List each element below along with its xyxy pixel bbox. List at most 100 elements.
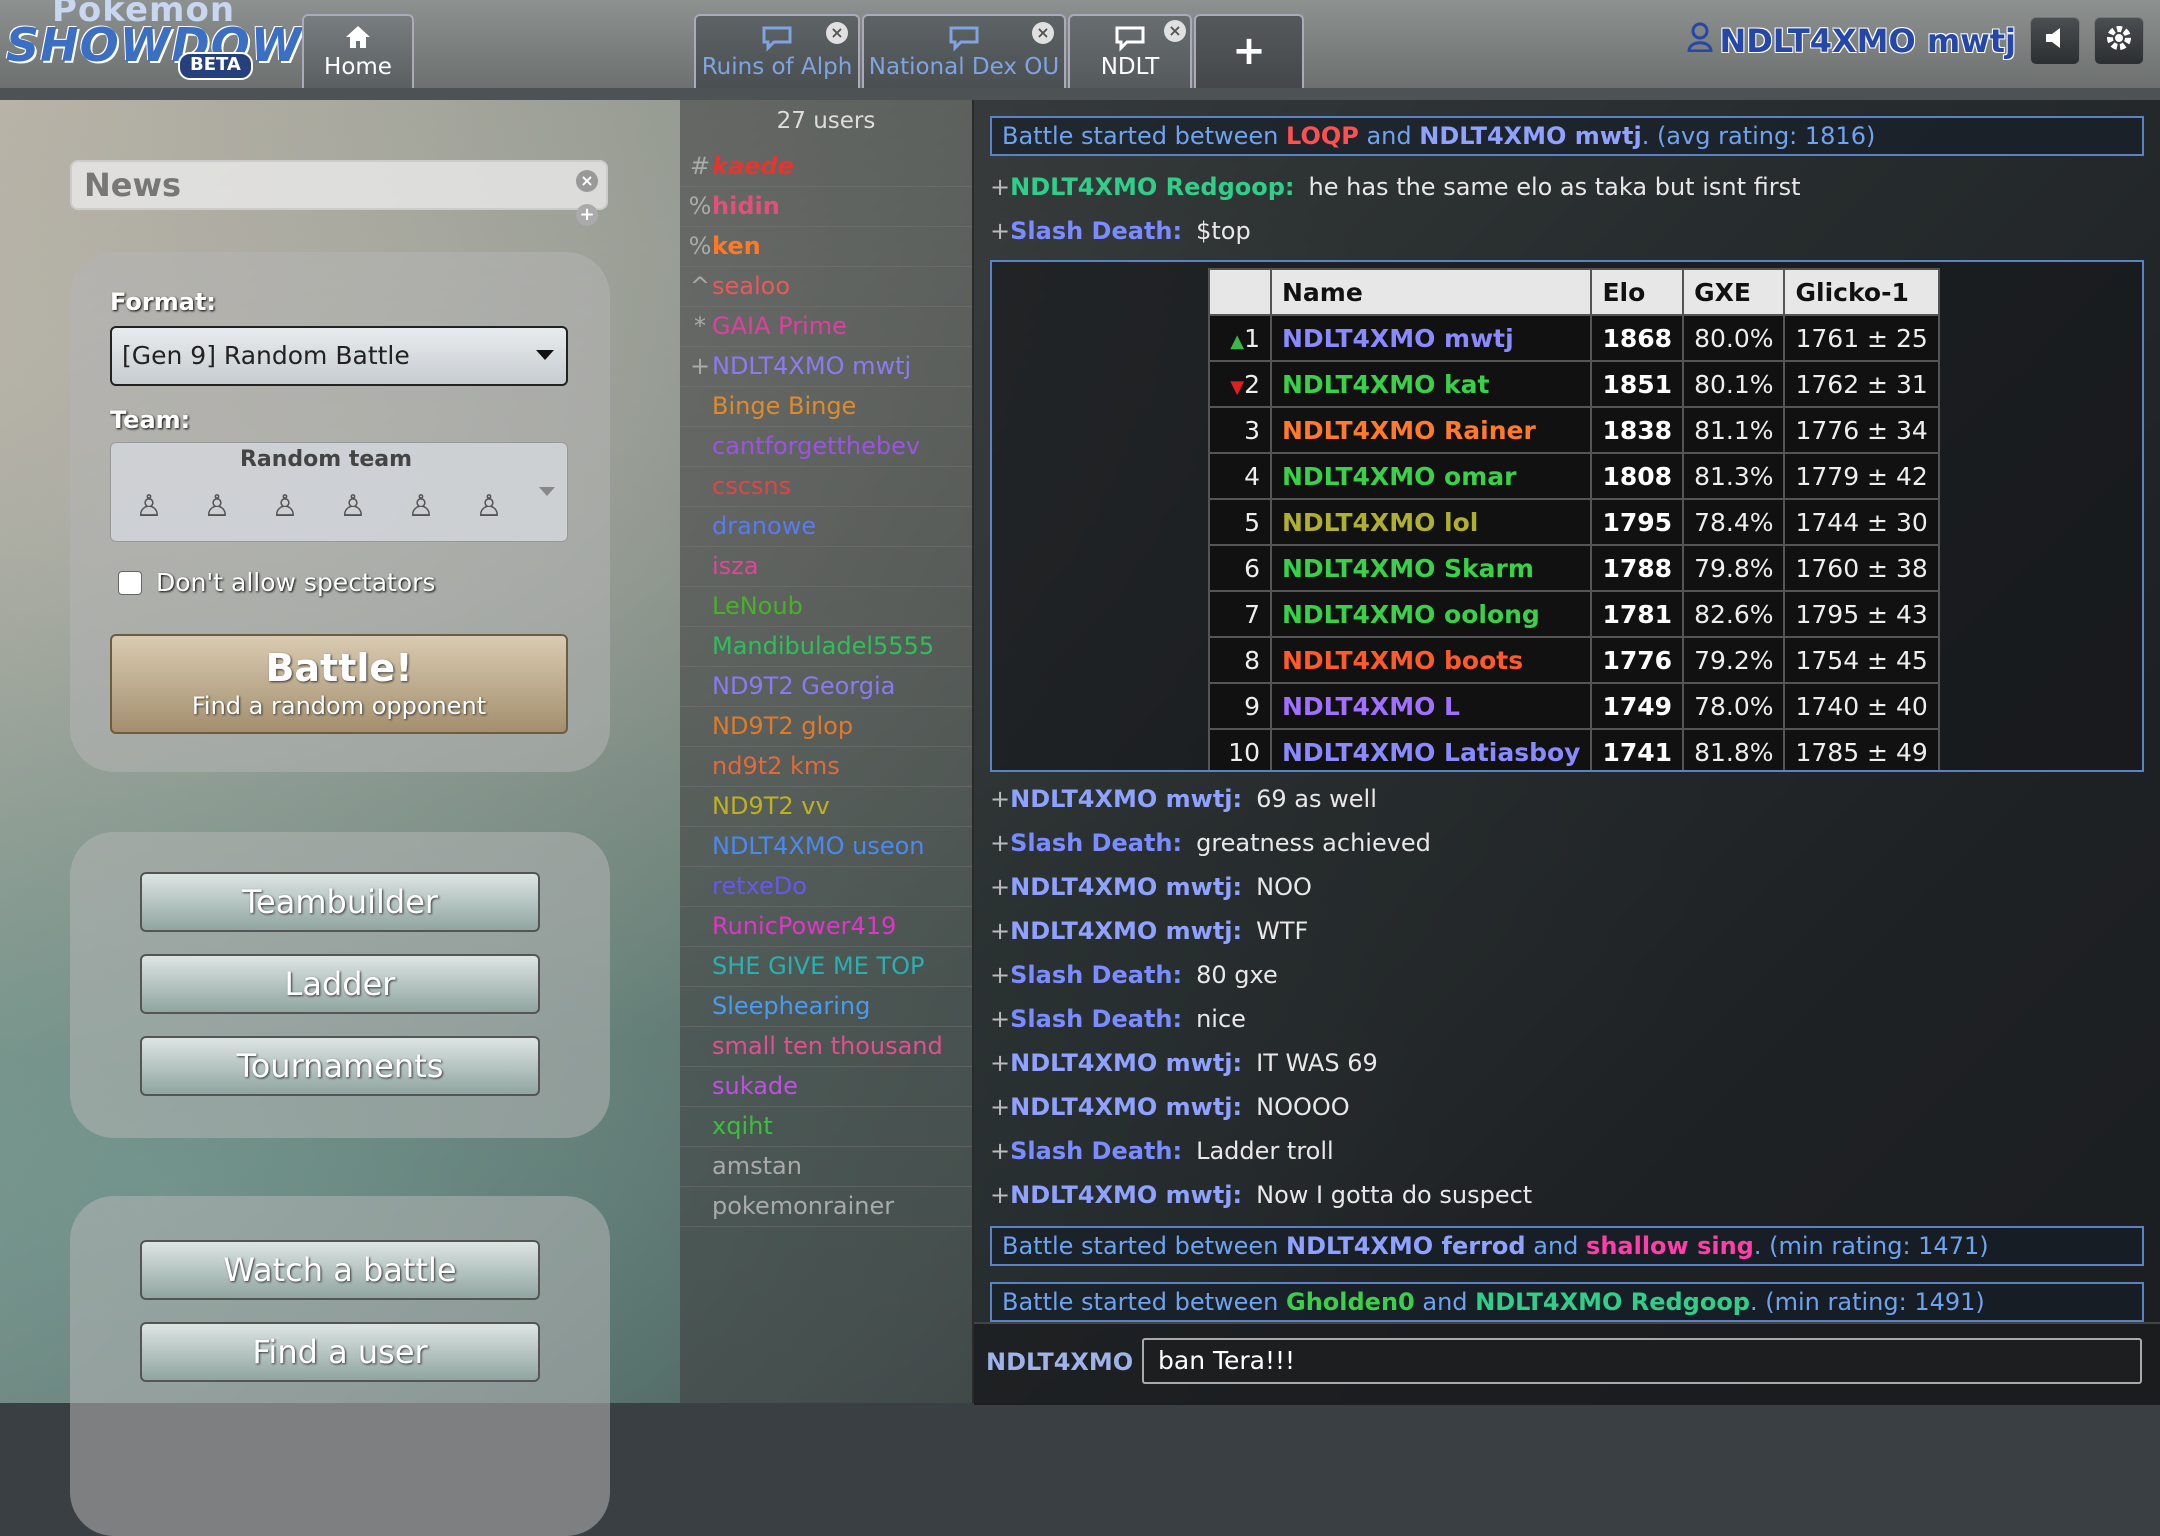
user-name[interactable]: Binge Binge — [712, 392, 856, 420]
ladder-name[interactable]: NDLT4XMO lol — [1269, 498, 1593, 546]
tab-ruins-of-alph[interactable]: Ruins of Alph × — [694, 14, 860, 88]
user-name[interactable]: ND9T2 vv — [712, 792, 830, 820]
ladder-name[interactable]: NDLT4XMO oolong — [1269, 590, 1593, 638]
user-list-item[interactable]: small ten thousand — [680, 1026, 972, 1067]
ladder-name[interactable]: NDLT4XMO Latiasboy — [1269, 728, 1593, 770]
user-name[interactable]: ND9T2 Georgia — [712, 672, 895, 700]
user-name[interactable]: kaede — [712, 152, 794, 180]
user-list-item[interactable]: xqiht — [680, 1106, 972, 1147]
user-list-item[interactable]: Mandibuladel5555 — [680, 626, 972, 667]
user-name[interactable]: ND9T2 glop — [712, 712, 853, 740]
message-author[interactable]: NDLT4XMO mwtj: — [1010, 785, 1242, 813]
message-author[interactable]: Slash Death: — [1010, 829, 1182, 857]
user-list-item[interactable]: Sleephearing — [680, 986, 972, 1027]
user-name[interactable]: ken — [712, 232, 761, 260]
ladder-name[interactable]: NDLT4XMO omar — [1269, 452, 1593, 500]
new-tab-button[interactable]: + — [1194, 14, 1304, 88]
sound-button[interactable] — [2030, 17, 2080, 65]
expand-icon[interactable]: + — [576, 204, 598, 226]
spectators-toggle[interactable]: Don't allow spectators — [118, 568, 435, 597]
user-list-item[interactable]: cscsns — [680, 466, 972, 507]
user-count[interactable]: 27 users — [680, 108, 972, 134]
message-author[interactable]: NDLT4XMO mwtj: — [1010, 1049, 1242, 1077]
tournaments-button[interactable]: Tournaments — [140, 1036, 540, 1096]
battle-notice[interactable]: Battle started between Gholden0 and NDLT… — [990, 1282, 2144, 1322]
user-name[interactable]: small ten thousand — [712, 1032, 943, 1060]
ladder-name[interactable]: NDLT4XMO Rainer — [1269, 406, 1593, 454]
user-list-item[interactable]: sukade — [680, 1066, 972, 1107]
user-list-item[interactable]: ND9T2 Georgia — [680, 666, 972, 707]
composer-username[interactable]: NDLT4XMO — [986, 1348, 1133, 1376]
message-author[interactable]: NDLT4XMO mwtj: — [1010, 1093, 1242, 1121]
user-list-item[interactable]: retxeDo — [680, 866, 972, 907]
tab-home[interactable]: Home — [302, 14, 414, 88]
user-name[interactable]: sealoo — [712, 272, 790, 300]
user-name[interactable]: nd9t2 kms — [712, 752, 840, 780]
player-name[interactable]: NDLT4XMO ferrod — [1286, 1232, 1526, 1260]
user-name[interactable]: cantforgetthebev — [712, 432, 920, 460]
user-list-item[interactable]: SHE GIVE ME TOP — [680, 946, 972, 987]
user-list-item[interactable]: dranowe — [680, 506, 972, 547]
user-name[interactable]: Sleephearing — [712, 992, 870, 1020]
user-name[interactable]: isza — [712, 552, 758, 580]
user-name[interactable]: pokemonrainer — [712, 1192, 894, 1220]
user-list-item[interactable]: pokemonrainer — [680, 1186, 972, 1227]
user-name[interactable]: xqiht — [712, 1112, 773, 1140]
tab-ndlt[interactable]: NDLT × — [1068, 14, 1192, 88]
user-list-item[interactable]: %ken — [680, 226, 972, 267]
ladder-name[interactable]: NDLT4XMO L — [1269, 682, 1593, 730]
battle-notice[interactable]: Battle started between LOQP and NDLT4XMO… — [990, 116, 2144, 156]
user-name[interactable]: LeNoub — [712, 592, 803, 620]
user-name[interactable]: Mandibuladel5555 — [712, 632, 934, 660]
message-author[interactable]: Slash Death: — [1010, 1137, 1182, 1165]
teambuilder-button[interactable]: Teambuilder — [140, 872, 540, 932]
user-list-item[interactable]: LeNoub — [680, 586, 972, 627]
user-list-item[interactable]: %hidin — [680, 186, 972, 227]
user-list-item[interactable]: ^sealoo — [680, 266, 972, 307]
message-author[interactable]: NDLT4XMO Redgoop: — [1010, 173, 1294, 201]
user-name[interactable]: GAIA Prime — [712, 312, 847, 340]
message-author[interactable]: NDLT4XMO mwtj: — [1010, 1181, 1242, 1209]
ladder-name[interactable]: NDLT4XMO mwtj — [1269, 314, 1593, 362]
ladder-name[interactable]: NDLT4XMO kat — [1269, 360, 1593, 408]
player-name[interactable]: LOQP — [1286, 122, 1359, 150]
user-name[interactable]: amstan — [712, 1152, 802, 1180]
message-author[interactable]: Slash Death: — [1010, 1005, 1182, 1033]
user-name-button[interactable]: NDLT4XMO mwtj — [1687, 22, 2016, 60]
user-name[interactable]: sukade — [712, 1072, 798, 1100]
ladder-button[interactable]: Ladder — [140, 954, 540, 1014]
user-list-item[interactable]: RunicPower419 — [680, 906, 972, 947]
tab-national-dex-ou[interactable]: National Dex OU × — [862, 14, 1066, 88]
close-icon[interactable]: × — [826, 22, 848, 44]
player-name[interactable]: Gholden0 — [1286, 1288, 1415, 1316]
user-list-item[interactable]: NDLT4XMO useon — [680, 826, 972, 867]
user-name[interactable]: retxeDo — [712, 872, 807, 900]
user-list-item[interactable]: nd9t2 kms — [680, 746, 972, 787]
player-name[interactable]: NDLT4XMO Redgoop — [1475, 1288, 1750, 1316]
user-list-item[interactable]: +NDLT4XMO mwtj — [680, 346, 972, 387]
close-icon[interactable]: × — [576, 170, 598, 192]
message-author[interactable]: NDLT4XMO mwtj: — [1010, 917, 1242, 945]
close-icon[interactable]: × — [1164, 20, 1186, 42]
user-list-item[interactable]: ND9T2 glop — [680, 706, 972, 747]
user-name[interactable]: RunicPower419 — [712, 912, 896, 940]
message-author[interactable]: Slash Death: — [1010, 961, 1182, 989]
user-name[interactable]: hidin — [712, 192, 780, 220]
user-list-item[interactable]: cantforgetthebev — [680, 426, 972, 467]
message-author[interactable]: NDLT4XMO mwtj: — [1010, 873, 1242, 901]
user-list-item[interactable]: #kaede — [680, 146, 972, 187]
player-name[interactable]: NDLT4XMO mwtj — [1419, 122, 1641, 150]
user-list-item[interactable]: ND9T2 vv — [680, 786, 972, 827]
ladder-name[interactable]: NDLT4XMO Skarm — [1269, 544, 1593, 592]
checkbox[interactable] — [118, 570, 142, 595]
battle-notice[interactable]: Battle started between NDLT4XMO ferrod a… — [990, 1226, 2144, 1266]
user-name[interactable]: SHE GIVE ME TOP — [712, 952, 924, 980]
user-list-item[interactable]: isza — [680, 546, 972, 587]
chat-input[interactable]: ban Tera!!! — [1142, 1338, 2142, 1384]
close-icon[interactable]: × — [1032, 22, 1054, 44]
watch-battle-button[interactable]: Watch a battle — [140, 1240, 540, 1300]
user-list-item[interactable]: * GAIA Prime — [680, 306, 972, 347]
user-name[interactable]: cscsns — [712, 472, 791, 500]
battle-button[interactable]: Battle! Find a random opponent — [110, 634, 568, 734]
player-name[interactable]: shallow sing — [1586, 1232, 1754, 1260]
